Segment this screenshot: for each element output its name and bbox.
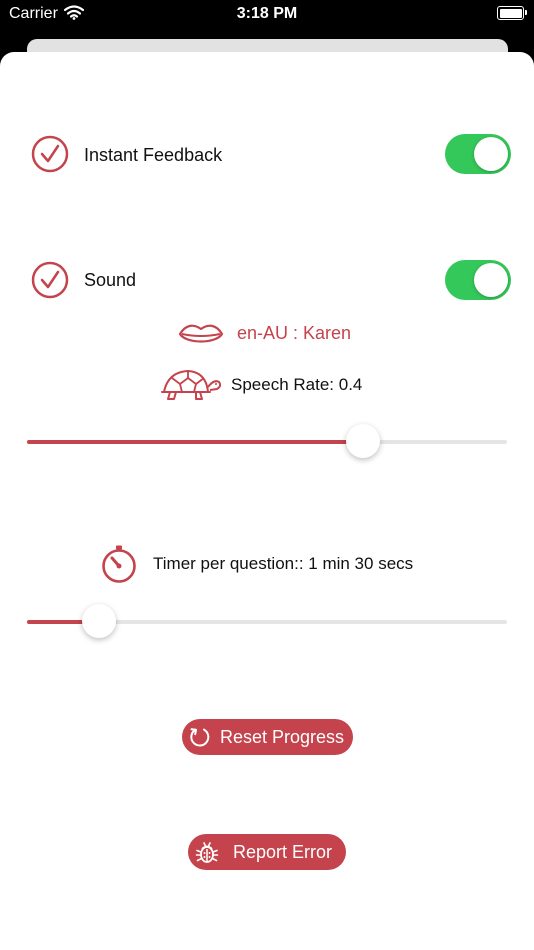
sound-label: Sound [84,270,137,290]
speech-rate-label: Speech Rate: 0.4 [231,375,363,394]
voice-row: en-AU : Karen [0,319,534,349]
lips-icon [178,324,224,343]
bug-icon [195,842,219,863]
timer-label: Timer per question:: 1 min 30 secs [153,554,414,573]
instant-feedback-label: Instant Feedback [84,145,223,165]
settings-sheet: Instant Feedback Sound [0,52,534,950]
turtle-icon [161,370,222,400]
speech-rate-slider[interactable] [27,421,507,461]
slider-thumb[interactable] [346,424,380,458]
check-circle-icon [31,261,69,299]
timer-row: Timer per question:: 1 min 30 secs [0,543,534,583]
slider-fill [27,440,363,444]
timer-slider[interactable] [27,601,507,641]
status-time: 3:18 PM [236,5,298,22]
instant-feedback-toggle[interactable] [445,134,511,174]
sound-toggle[interactable] [445,260,511,300]
battery-icon [497,6,527,20]
check-circle-icon [31,135,69,173]
report-error-label: Report Error [233,842,333,862]
speech-rate-row: Speech Rate: 0.4 [0,366,534,402]
report-error-button[interactable]: Report Error [188,834,346,870]
reset-progress-label: Reset Progress [220,727,345,747]
stopwatch-icon [102,545,136,583]
status-bar: Carrier 3:18 PM [0,0,534,30]
reset-icon [190,728,210,747]
slider-thumb[interactable] [82,604,116,638]
reset-progress-button[interactable]: Reset Progress [182,719,353,755]
voice-selector[interactable]: en-AU : Karen [237,323,351,344]
